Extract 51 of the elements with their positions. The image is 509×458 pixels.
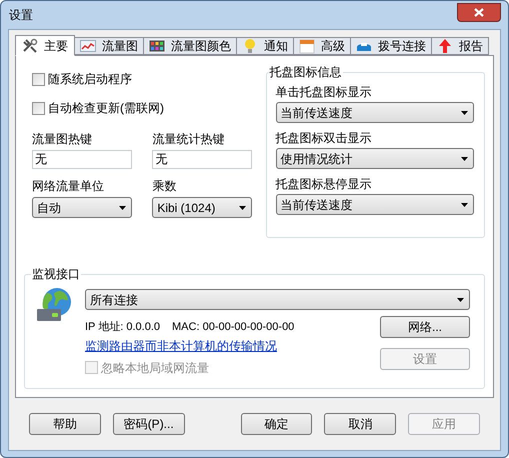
caret-icon: [460, 110, 468, 114]
caret-icon: [457, 298, 464, 302]
caret-icon: [119, 206, 126, 210]
dropdown[interactable]: 使用情况统计: [276, 148, 474, 169]
light-bulb-icon: [242, 38, 258, 54]
ip-address-text: IP 地址: 0.0.0.0: [85, 320, 160, 335]
router-link[interactable]: 监测路由器而非本计算机的传输情况: [85, 336, 294, 354]
field-label: 网络流量单位: [32, 178, 105, 195]
field-label: 托盘图标悬停显示: [276, 176, 373, 193]
tools-icon: [22, 38, 38, 54]
tab[interactable]: 高级: [293, 37, 351, 55]
caret-icon: [239, 206, 246, 210]
checkbox-label: 随系统启动程序: [48, 71, 132, 88]
group-title: 监视接口: [31, 266, 81, 282]
dropdown[interactable]: 当前传送速度: [276, 194, 474, 215]
color-grid-icon: [149, 38, 165, 54]
connection-dropdown[interactable]: 所有连接: [85, 289, 470, 310]
close-button[interactable]: [457, 2, 501, 22]
mac-address-text: MAC: 00-00-00-00-00-00: [172, 320, 294, 335]
caret-icon: [460, 156, 468, 160]
dropdown[interactable]: Kibi (1024): [152, 197, 252, 218]
tab[interactable]: 通知: [236, 37, 294, 55]
line-chart-icon: [80, 38, 96, 54]
tab[interactable]: 报告: [431, 37, 489, 55]
close-icon: [474, 8, 484, 16]
field-label: 流量统计热键: [152, 131, 226, 148]
hotkey-field[interactable]: 无: [32, 150, 132, 169]
button[interactable]: 帮助: [29, 413, 101, 435]
tab[interactable]: 主要: [15, 35, 75, 56]
tab[interactable]: 流量图: [74, 37, 144, 55]
dropdown[interactable]: 当前传送速度: [276, 102, 474, 123]
field-label: 乘数: [152, 178, 178, 195]
window-title: 设置: [8, 7, 33, 24]
checkbox-label: 自动检查更新(需联网): [48, 100, 164, 117]
checkbox[interactable]: [32, 72, 45, 86]
field-label: 单击托盘图标显示: [276, 84, 373, 101]
dropdown[interactable]: 自动: [32, 197, 132, 218]
button[interactable]: 网络...: [380, 316, 470, 338]
field-label: 托盘图标双击显示: [276, 130, 373, 147]
up-arrow-icon: [437, 38, 453, 54]
checkbox[interactable]: [32, 102, 45, 114]
checkbox-label: 忽略本地局域网流量: [101, 360, 209, 376]
button[interactable]: 密码(P)...: [112, 413, 185, 435]
field-label: 流量图热键: [32, 131, 93, 148]
tab[interactable]: 流量图颜色: [143, 37, 237, 55]
hotkey-field[interactable]: 无: [152, 150, 252, 169]
tab[interactable]: 拨号连接: [350, 37, 432, 55]
caret-icon: [460, 202, 468, 206]
group-title: 托盘图标信息: [268, 64, 343, 80]
button[interactable]: 确定: [240, 413, 312, 435]
button[interactable]: 取消: [324, 413, 396, 435]
